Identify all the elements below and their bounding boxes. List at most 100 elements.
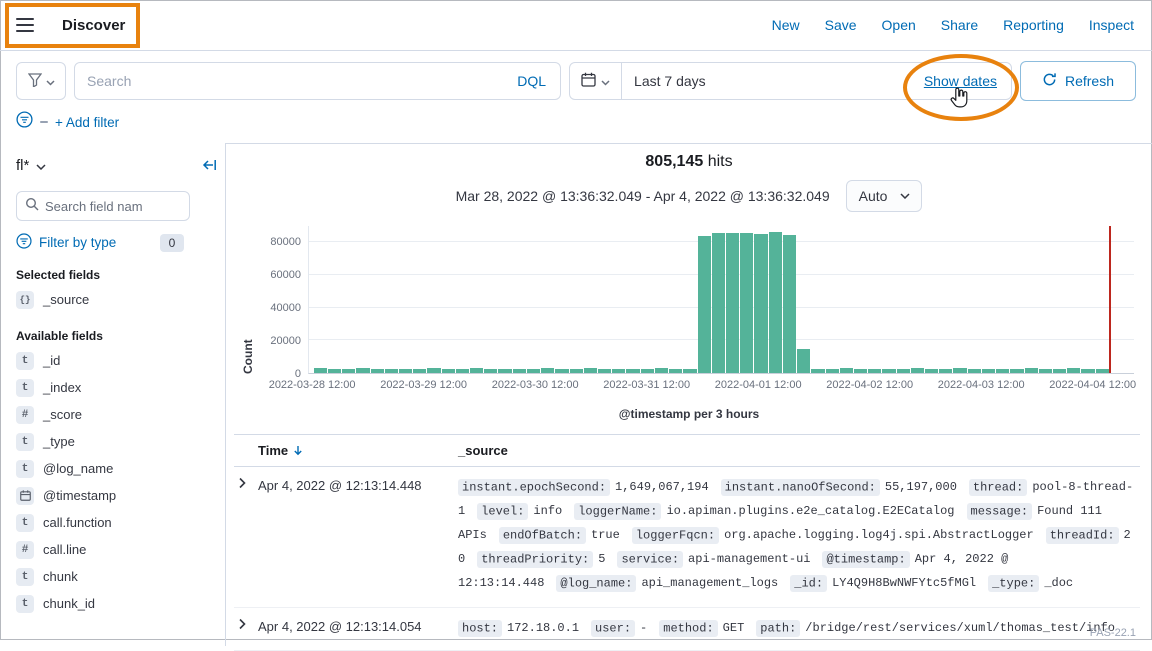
y-tick-label: 20000 [270, 335, 301, 347]
histogram-bar[interactable] [726, 233, 739, 373]
histogram-bar[interactable] [328, 369, 341, 373]
table-row: Apr 4, 2022 @ 12:13:14.448instant.epochS… [234, 467, 1140, 608]
saved-query-button[interactable] [16, 62, 66, 100]
field-item-_index[interactable]: t_index [0, 374, 225, 401]
histogram-bar[interactable] [470, 368, 483, 373]
histogram-bar[interactable] [968, 369, 981, 373]
histogram-bar[interactable] [712, 233, 725, 373]
refresh-button[interactable]: Refresh [1020, 61, 1136, 101]
interval-select[interactable]: Auto [846, 180, 923, 212]
histogram-bar[interactable] [1081, 369, 1094, 373]
field-name: _id [43, 353, 60, 368]
field-item-call.line[interactable]: #call.line [0, 536, 225, 563]
histogram-bar[interactable] [541, 368, 554, 373]
expand-row-button[interactable] [234, 475, 258, 489]
expand-row-icon [236, 477, 248, 489]
show-dates-link[interactable]: Show dates [924, 73, 1011, 89]
histogram-bar[interactable] [584, 368, 597, 373]
histogram-bar[interactable] [626, 369, 639, 373]
source-field-value: 55,197,000 [885, 480, 957, 494]
histogram-bar[interactable] [1067, 368, 1080, 373]
histogram-bar[interactable] [783, 235, 796, 373]
histogram-bar[interactable] [612, 369, 625, 373]
histogram-bar[interactable] [342, 369, 355, 373]
histogram-bar[interactable] [882, 369, 895, 373]
histogram-bar[interactable] [811, 369, 824, 373]
field-item-call.function[interactable]: tcall.function [0, 509, 225, 536]
histogram-bar[interactable] [442, 369, 455, 373]
histogram-bar[interactable] [953, 368, 966, 373]
histogram-bar[interactable] [826, 369, 839, 373]
histogram-bar[interactable] [868, 369, 881, 373]
dql-button[interactable]: DQL [503, 73, 560, 89]
histogram-bar[interactable] [1025, 368, 1038, 373]
field-item-chunk[interactable]: tchunk [0, 563, 225, 590]
search-input[interactable] [75, 73, 503, 89]
histogram-bar[interactable] [570, 369, 583, 373]
field-item-_score[interactable]: #_score [0, 401, 225, 428]
index-pattern-selector[interactable]: fl* [16, 157, 46, 174]
field-item-@log_name[interactable]: t@log_name [0, 455, 225, 482]
histogram-bar[interactable] [925, 369, 938, 373]
nav-link-save[interactable]: Save [825, 17, 857, 33]
nav-link-new[interactable]: New [772, 17, 800, 33]
histogram-bar[interactable] [598, 369, 611, 373]
histogram-bar[interactable] [498, 369, 511, 373]
histogram-bar[interactable] [854, 369, 867, 373]
histogram-bar[interactable] [982, 369, 995, 373]
histogram-bar[interactable] [371, 369, 384, 373]
nav-link-inspect[interactable]: Inspect [1089, 17, 1134, 33]
histogram-bar[interactable] [911, 368, 924, 373]
field-item-_type[interactable]: t_type [0, 428, 225, 455]
histogram-bar[interactable] [385, 369, 398, 373]
histogram-bar[interactable] [939, 369, 952, 373]
filter-by-type[interactable]: Filter by type 0 [16, 233, 184, 252]
time-range-value[interactable]: Last 7 days [622, 73, 924, 89]
doc-timestamp: Apr 4, 2022 @ 12:13:14.448 [258, 475, 458, 493]
histogram-bar[interactable] [996, 369, 1009, 373]
field-item-chunk_id[interactable]: tchunk_id [0, 590, 225, 617]
histogram-bar[interactable] [897, 369, 910, 373]
field-item-@timestamp[interactable]: @timestamp [0, 482, 225, 509]
histogram-bar[interactable] [356, 368, 369, 373]
histogram-bar[interactable] [1096, 369, 1109, 373]
histogram-bar[interactable] [1010, 369, 1023, 373]
histogram-bar[interactable] [555, 369, 568, 373]
field-type-string-icon: t [16, 595, 34, 613]
histogram-bar[interactable] [399, 369, 412, 373]
add-filter-link[interactable]: + Add filter [55, 115, 119, 130]
time-column-header[interactable]: Time [258, 443, 458, 458]
histogram-bar[interactable] [740, 233, 753, 373]
expand-row-button[interactable] [234, 616, 258, 630]
field-item-_source[interactable]: {}_source [0, 286, 225, 313]
source-field-value: - [640, 621, 647, 635]
histogram-bar[interactable] [683, 369, 696, 373]
histogram-bar[interactable] [413, 369, 426, 373]
histogram-bar[interactable] [314, 368, 327, 373]
collapse-sidebar-icon[interactable] [201, 158, 217, 172]
histogram-bar[interactable] [655, 368, 668, 373]
expand-row-icon [236, 618, 248, 630]
menu-icon[interactable] [0, 0, 50, 50]
histogram-bar[interactable] [669, 369, 682, 373]
histogram-bar[interactable] [840, 368, 853, 373]
histogram-bar[interactable] [641, 369, 654, 373]
filter-set-icon[interactable] [16, 111, 33, 133]
histogram-bar[interactable] [698, 236, 711, 373]
histogram-bar[interactable] [754, 234, 767, 373]
histogram-bar[interactable] [797, 349, 810, 374]
histogram-bar[interactable] [1053, 369, 1066, 373]
nav-link-open[interactable]: Open [882, 17, 916, 33]
histogram-bar[interactable] [456, 369, 469, 373]
histogram-bar[interactable] [513, 369, 526, 373]
calendar-button[interactable] [570, 63, 622, 99]
histogram-bar[interactable] [527, 369, 540, 373]
histogram-bar[interactable] [769, 232, 782, 373]
field-search-input[interactable] [45, 199, 181, 214]
histogram-bar[interactable] [427, 368, 440, 373]
field-item-_id[interactable]: t_id [0, 347, 225, 374]
nav-link-share[interactable]: Share [941, 17, 978, 33]
nav-link-reporting[interactable]: Reporting [1003, 17, 1064, 33]
histogram-bar[interactable] [1039, 369, 1052, 373]
histogram-bar[interactable] [484, 369, 497, 373]
